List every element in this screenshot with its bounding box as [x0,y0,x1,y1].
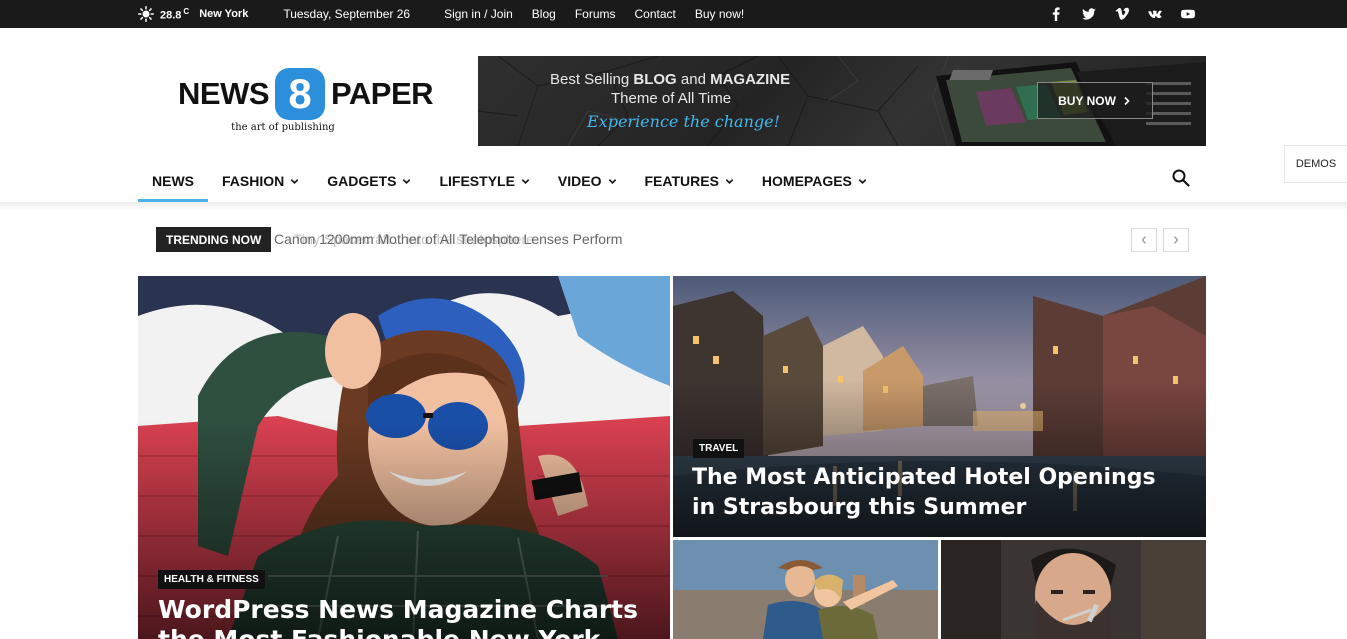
banner-buy-now-button[interactable]: BUY NOW [1037,82,1153,119]
weather-widget: 28.8 C New York [138,6,248,22]
search-icon[interactable] [1171,168,1191,188]
nav-item-features[interactable]: FEATURES [631,160,748,202]
trending-next-button[interactable] [1163,228,1189,252]
featured-post-main[interactable]: HEALTH & FITNESS WordPress News Magazine… [138,276,670,639]
logo-tagline: the art of publishing [231,122,335,133]
contact-link[interactable]: Contact [635,7,676,21]
sun-icon [138,6,154,22]
post-image-bearded-man [941,540,1206,639]
chevron-right-icon [1124,96,1130,105]
nav-item-homepages[interactable]: HOMEPAGES [748,160,881,202]
weather-city: New York [199,8,249,20]
featured-post-travel[interactable]: TRAVEL The Most Anticipated Hotel Openin… [673,276,1206,537]
facebook-icon[interactable] [1048,6,1064,22]
blog-link[interactable]: Blog [532,7,556,21]
banner-magazine-word: MAGAZINE [710,71,791,88]
banner-subheadline: Theme of All Time [611,90,732,107]
forums-link[interactable]: Forums [575,7,616,21]
category-badge[interactable]: TRAVEL [693,439,745,458]
featured-post-couple[interactable] [673,540,938,639]
post-title[interactable]: WordPress News Magazine Charts the Most … [158,595,638,639]
category-badge[interactable]: HEALTH & FITNESS [158,570,265,589]
nav-divider [0,202,1347,210]
youtube-icon[interactable] [1180,6,1196,22]
nav-item-fashion[interactable]: FASHION [208,160,313,202]
buy-now-label: BUY NOW [1058,93,1116,108]
current-date: Tuesday, September 26 [283,7,411,21]
chevron-down-icon [291,178,299,184]
banner-headline: Best Selling BLOG and MAGAZINE [550,71,791,88]
twitter-icon[interactable] [1081,6,1097,22]
featured-post-barber[interactable] [941,540,1206,639]
demos-tab[interactable]: DEMOS [1284,145,1347,183]
banner-slogan: Experience the change! [587,112,781,131]
top-links: Sign in / Join Blog Forums Contact Buy n… [444,7,763,21]
vimeo-icon[interactable] [1114,6,1130,22]
chevron-right-icon [1174,236,1179,244]
chevron-down-icon [608,178,616,184]
logo-word-left: NEWS [178,76,270,111]
chevron-left-icon [1141,236,1146,244]
top-bar: 28.8 C New York Tuesday, September 26 Sig… [0,0,1347,28]
banner-blog-word: BLOG [633,71,677,88]
nav-item-gadgets[interactable]: GADGETS [313,160,425,202]
chevron-down-icon [521,178,530,184]
logo-word-right: PAPER [331,76,434,111]
trending-prev-button[interactable] [1131,228,1157,252]
chevron-down-icon [858,178,867,184]
sign-in-link[interactable]: Sign in / Join [444,7,513,21]
temperature: 28.8 C [160,6,190,22]
post-image-couple-travel [673,540,938,639]
site-logo[interactable]: NEWS 8 PAPER the art of publishing [178,68,443,136]
post-title[interactable]: The Most Anticipated Hotel Openings in S… [692,463,1156,523]
chevron-down-icon [725,178,734,184]
social-icons [1031,0,1196,28]
main-nav: NEWS FASHION GADGETS LIFESTYLE VIDEO FEA… [138,160,881,202]
nav-item-video[interactable]: VIDEO [544,160,631,202]
vk-icon[interactable] [1147,6,1163,22]
chevron-down-icon [403,178,411,184]
header-ad-banner[interactable]: Best Selling BLOG and MAGAZINE Theme of … [478,56,1206,146]
trending-label: TRENDING NOW [156,227,272,252]
temperature-unit: C [183,6,190,16]
nav-item-news[interactable]: NEWS [138,160,208,202]
nav-item-lifestyle[interactable]: LIFESTYLE [425,160,543,202]
logo-badge: 8 [275,68,325,120]
buy-now-link[interactable]: Buy now! [695,7,744,21]
trending-headline[interactable]: Tiny Spacecraft... into the stratosphere… [274,231,622,247]
